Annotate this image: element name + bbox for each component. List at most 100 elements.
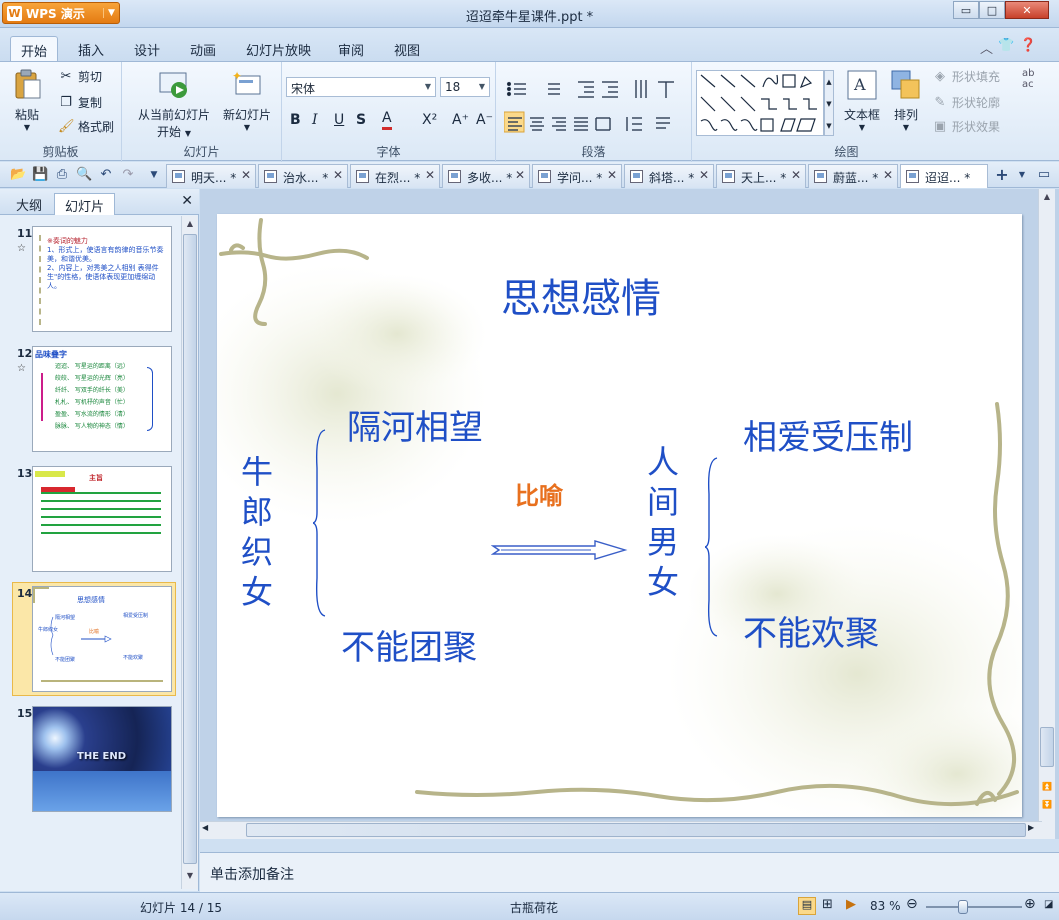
slide-thumbnail-selected[interactable]: 思想感情 牛郎织女 隔河相望 不能团聚 相爱受压制 不能欢聚 比喻 [32, 586, 172, 692]
slide-title[interactable]: 思想感情 [501, 266, 661, 324]
underline-button[interactable]: U [334, 112, 344, 128]
new-tab-icon[interactable]: + [994, 167, 1010, 183]
close-tab-icon[interactable]: ✕ [241, 168, 251, 182]
scrollbar-thumb[interactable] [246, 823, 1026, 837]
tab-animation[interactable]: 动画 [180, 36, 226, 62]
zoom-slider[interactable] [926, 906, 1022, 908]
tab-outline[interactable]: 大纲 [6, 193, 52, 215]
next-slide-icon[interactable]: ⏬ [1040, 797, 1054, 812]
doc-tab[interactable]: 治水... * ✕ [258, 164, 348, 188]
right-top-text[interactable]: 相爱受压制 [743, 410, 913, 459]
customize-toolbar-icon[interactable]: ▼ [146, 167, 162, 183]
arrange-button[interactable]: 排列 ▼ [886, 68, 926, 132]
right-label[interactable]: 人间男女 [647, 442, 683, 602]
tab-review[interactable]: 审阅 [328, 36, 374, 62]
open-folder-icon[interactable]: 📂 [10, 167, 26, 183]
editor-vertical-scrollbar[interactable]: ▲ ⏫ ⏬ [1038, 189, 1055, 839]
undo-icon[interactable]: ↶ [98, 167, 114, 183]
close-tab-icon[interactable]: ✕ [699, 168, 709, 182]
fit-window-icon[interactable]: ◪ [1044, 899, 1053, 910]
left-top-text[interactable]: 隔河相望 [347, 400, 483, 449]
doc-tab[interactable]: 明天... * ✕ [166, 164, 256, 188]
slides-pane-scrollbar[interactable]: ▲ ▼ [181, 216, 198, 889]
right-bottom-text[interactable]: 不能欢聚 [743, 606, 879, 655]
format-painter-button[interactable]: 🖌 格式刷 [58, 118, 114, 135]
cut-button[interactable]: ✂ 剪切 [58, 68, 102, 85]
normal-view-icon[interactable]: ▤ [798, 897, 816, 915]
close-tab-icon[interactable]: ✕ [333, 168, 343, 182]
zoom-in-icon[interactable]: ⊕ [1024, 896, 1036, 912]
reading-view-icon[interactable]: ▶ [846, 897, 856, 912]
grow-font-button[interactable]: A⁺ [452, 112, 469, 128]
save-icon[interactable]: 💾 [32, 167, 48, 183]
tab-list-icon[interactable]: ▼ [1014, 167, 1030, 183]
tab-slides[interactable]: 幻灯片 [54, 193, 116, 215]
notes-placeholder[interactable]: 单击添加备注 [210, 864, 294, 884]
tab-view[interactable]: 视图 [384, 36, 430, 62]
shapes-gallery[interactable] [696, 70, 824, 136]
font-color-button[interactable]: A [382, 110, 392, 130]
font-size-select[interactable]: 18 ▼ [440, 77, 490, 97]
paste-button[interactable]: 粘贴 ▼ [10, 68, 44, 132]
slide-thumbnail[interactable]: THE END [32, 706, 172, 812]
shrink-font-button[interactable]: A⁻ [476, 112, 493, 128]
tab-slideshow[interactable]: 幻灯片放映 [236, 36, 321, 62]
tab-design[interactable]: 设计 [124, 36, 170, 62]
maximize-button[interactable]: □ [979, 1, 1005, 19]
metaphor-label[interactable]: 比喻 [515, 476, 563, 511]
metaphor-arrow[interactable] [491, 540, 631, 560]
left-label[interactable]: 牛郎织女 [241, 452, 275, 612]
new-slide-button[interactable]: ✦ 新幻灯片 ▼ [220, 68, 274, 132]
close-button[interactable]: ✕ [1005, 1, 1049, 19]
tab-insert[interactable]: 插入 [68, 36, 114, 62]
slide-thumbnail[interactable]: ※奏词的魅力 1、形式上，使语言有韵律的音乐节奏 美，和谐优美。 2、内容上，对… [32, 226, 172, 332]
zoom-slider-thumb[interactable] [958, 900, 968, 914]
shape-fill-button[interactable]: ◈ 形状填充 [932, 68, 1000, 85]
doc-tab[interactable]: 多收... * ✕ [442, 164, 530, 188]
more-tools-icon[interactable]: ab ac [1022, 68, 1034, 90]
font-name-select[interactable]: 宋体 ▼ [286, 77, 436, 97]
minimize-button[interactable]: ▭ [953, 1, 979, 19]
skin-icon[interactable]: 👕 [998, 38, 1014, 53]
italic-button[interactable]: I [312, 112, 318, 128]
shadow-button[interactable]: S [356, 112, 366, 128]
slide-canvas[interactable]: 思想感情 牛郎织女 隔河相望 不能团聚 比喻 人间男女 相爱受压制 不能欢聚 [217, 214, 1022, 817]
close-tab-icon[interactable]: ✕ [515, 168, 525, 182]
shape-outline-button[interactable]: ✎ 形状轮廓 [932, 94, 1000, 111]
shape-effect-button[interactable]: ▣ 形状效果 [932, 118, 1000, 135]
superscript-button[interactable]: X² [422, 112, 437, 128]
scroll-left-icon[interactable]: ◀ [202, 823, 208, 832]
print-icon[interactable]: ⎙ [54, 167, 70, 183]
bold-button[interactable]: B [290, 112, 301, 128]
left-bottom-text[interactable]: 不能团聚 [341, 620, 477, 669]
zoom-out-icon[interactable]: ⊖ [906, 896, 918, 912]
doc-tab-active[interactable]: 迢迢... * [900, 164, 988, 188]
redo-icon[interactable]: ↷ [120, 167, 136, 183]
scroll-right-icon[interactable]: ▶ [1028, 823, 1034, 832]
scroll-up-icon[interactable]: ▲ [1040, 189, 1054, 204]
doc-tab[interactable]: 学问... * ✕ [532, 164, 622, 188]
scroll-down-icon[interactable]: ▼ [183, 868, 197, 883]
doc-tab[interactable]: 斜塔... * ✕ [624, 164, 714, 188]
shapes-scroll[interactable]: ▲ ▼ ▼ [824, 70, 834, 136]
print-preview-icon[interactable]: 🔍 [76, 167, 92, 183]
slide-sorter-icon[interactable]: ⊞ [822, 897, 833, 912]
textbox-button[interactable]: A 文本框 ▼ [840, 68, 884, 132]
notes-pane[interactable]: 单击添加备注 [200, 852, 1059, 892]
slide-thumbnail[interactable]: 品味叠字 迢迢、 写星运的距离（远） 皎皎、 写星运的光辉（亮） 纤纤、 写双手… [32, 346, 172, 452]
restore-pane-icon[interactable]: ▭ [1036, 167, 1052, 183]
help-icon[interactable]: ❓ [1020, 38, 1036, 53]
scroll-up-icon[interactable]: ▲ [183, 216, 197, 231]
prev-slide-icon[interactable]: ⏫ [1040, 779, 1054, 794]
close-tab-icon[interactable]: ✕ [425, 168, 435, 182]
collapse-ribbon-icon[interactable]: ︿ [980, 38, 993, 57]
close-pane-icon[interactable]: ✕ [181, 193, 193, 209]
scrollbar-thumb[interactable] [183, 234, 197, 864]
close-tab-icon[interactable]: ✕ [607, 168, 617, 182]
close-tab-icon[interactable]: ✕ [791, 168, 801, 182]
editor-horizontal-scrollbar[interactable]: ◀ ▶ [200, 821, 1042, 839]
scrollbar-thumb[interactable] [1040, 727, 1054, 767]
copy-button[interactable]: ❐ 复制 [58, 94, 102, 111]
close-tab-icon[interactable]: ✕ [883, 168, 893, 182]
doc-tab[interactable]: 蔚蓝... * ✕ [808, 164, 898, 188]
